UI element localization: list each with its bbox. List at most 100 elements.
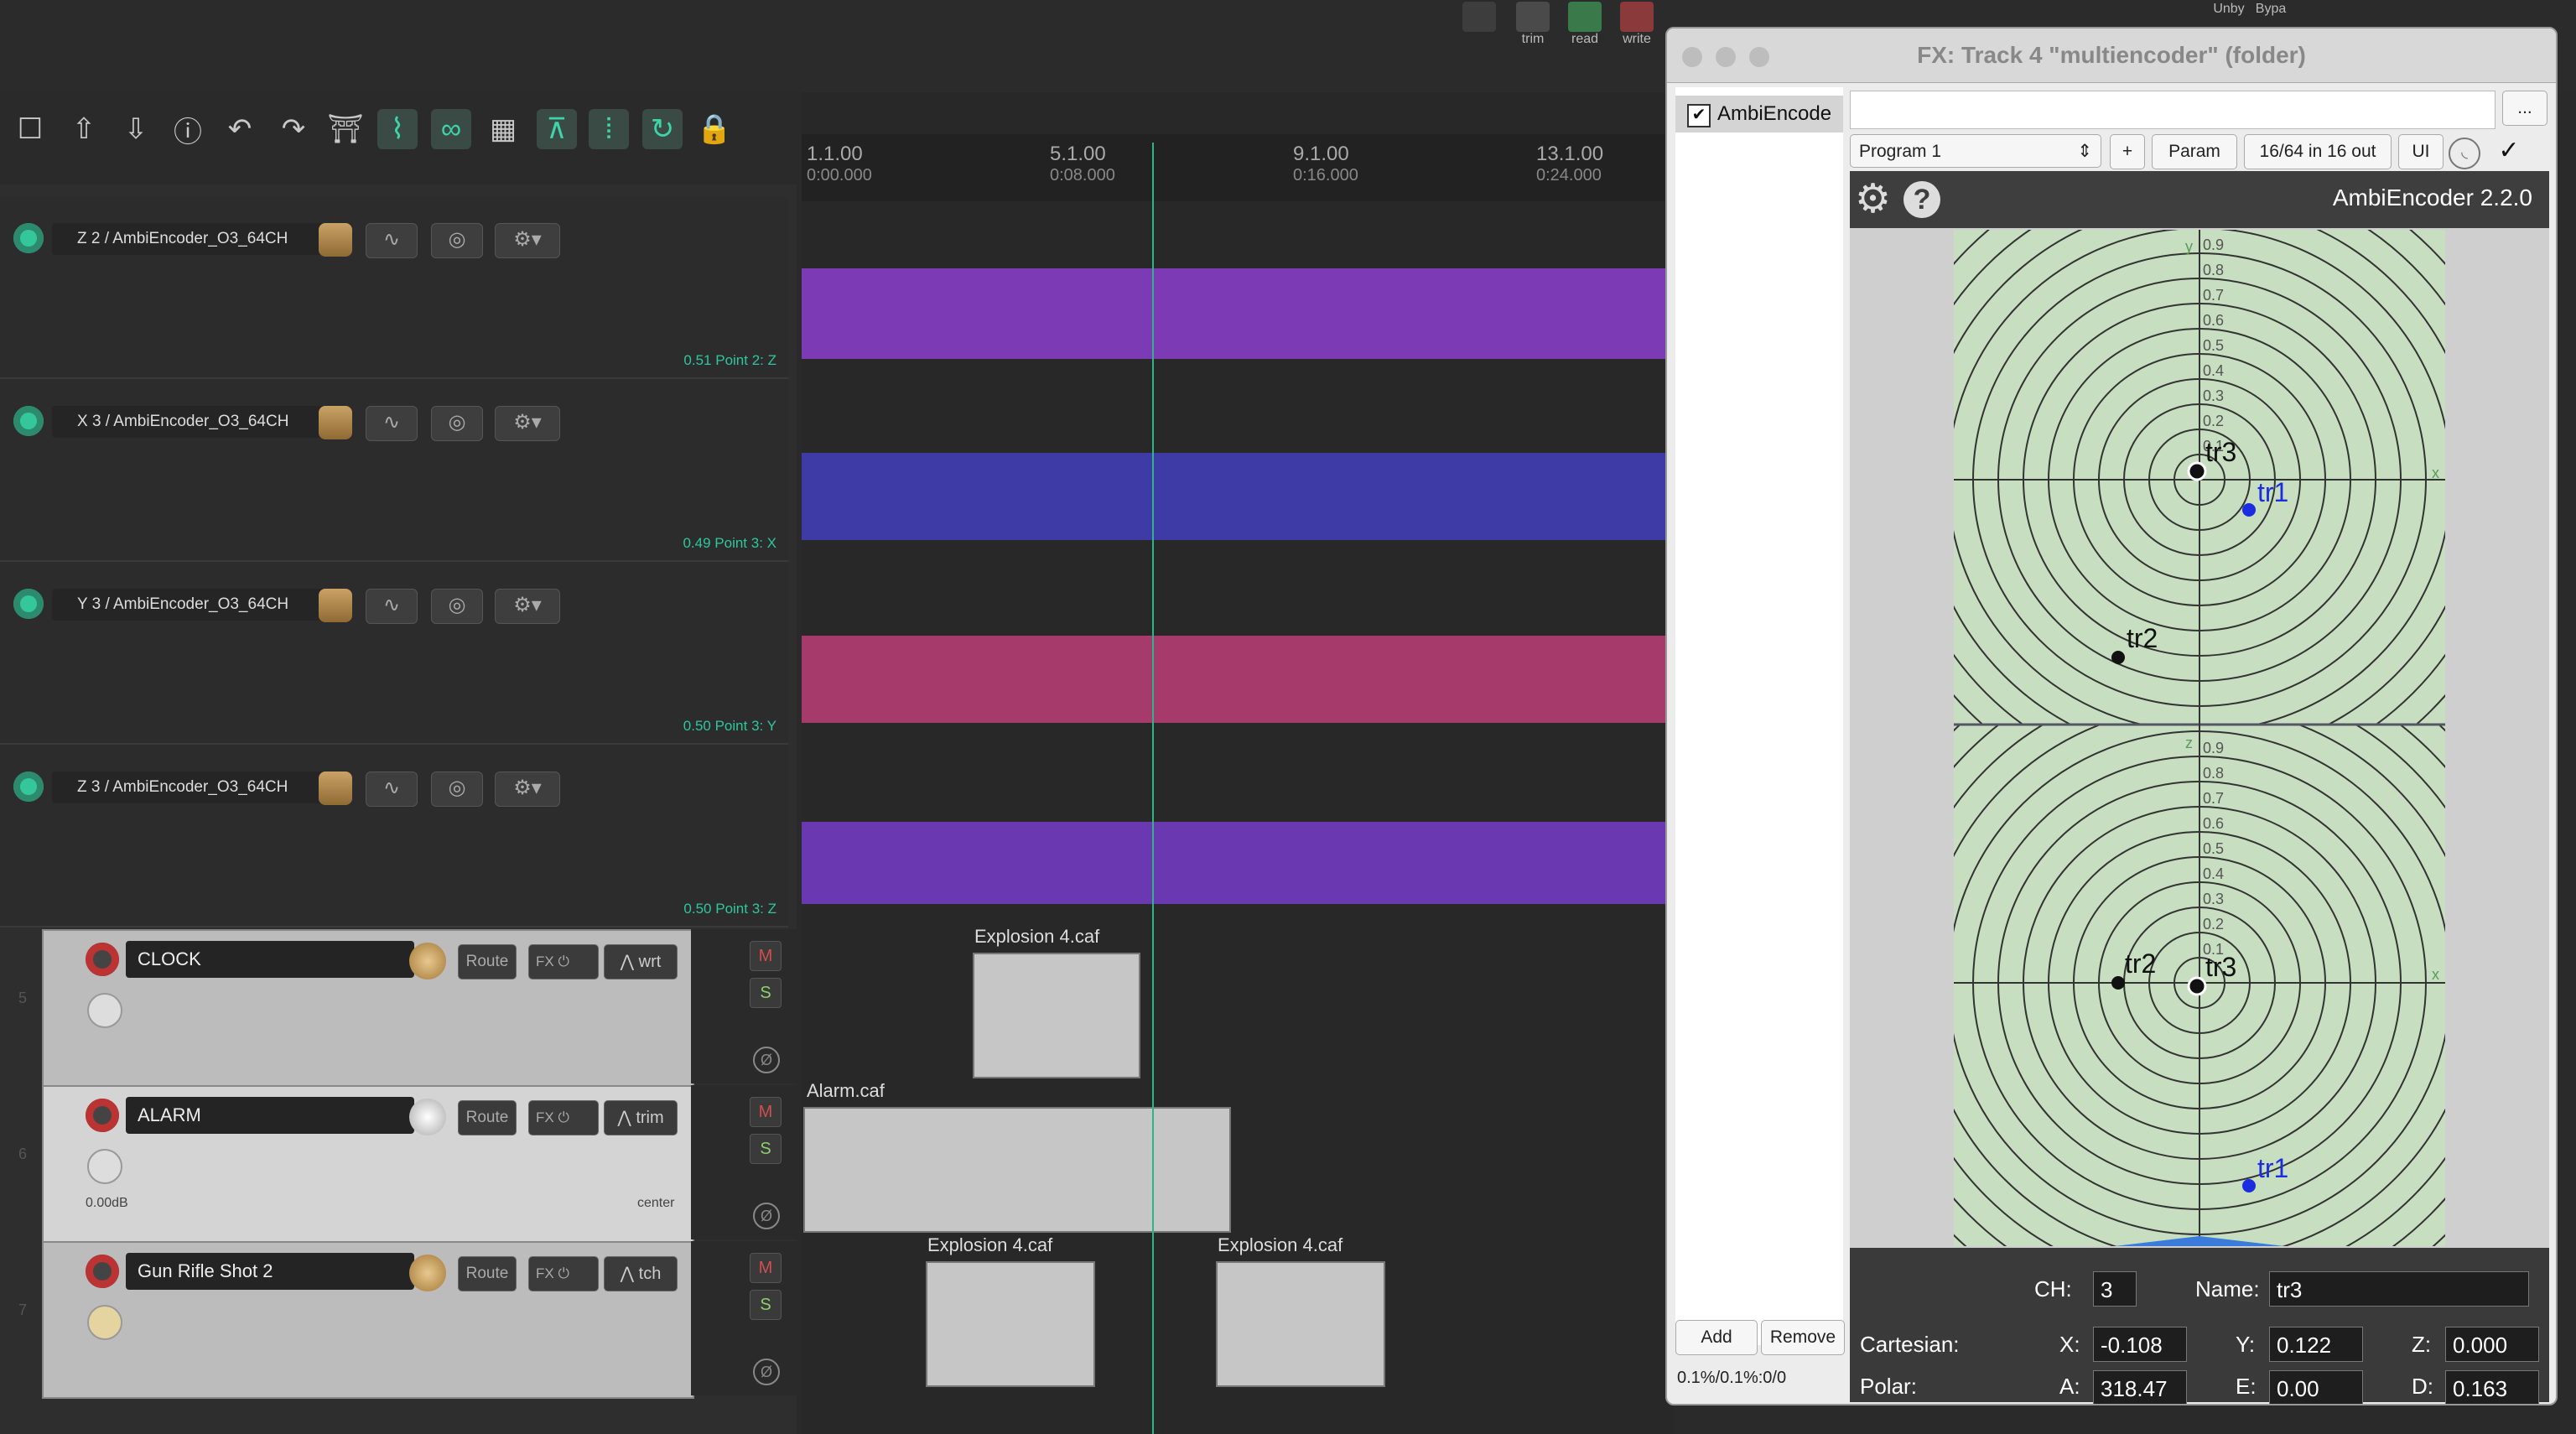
- power-icon[interactable]: [13, 589, 44, 619]
- pan-knob[interactable]: [87, 993, 122, 1028]
- fx-button[interactable]: FX ⏻: [528, 944, 599, 979]
- track-panel[interactable]: 7 Gun Rifle Shot 2 Route FX ⏻ ⋀ tch: [18, 1241, 694, 1399]
- fx-chain-list[interactable]: ✔ AmbiEncode: [1675, 87, 1843, 1345]
- source-name-field[interactable]: tr3: [2269, 1271, 2529, 1307]
- envelope-knob[interactable]: [319, 406, 352, 439]
- ui-button[interactable]: UI: [2398, 134, 2444, 169]
- settings-icon[interactable]: ⚙▾: [495, 406, 560, 441]
- azimuth-field[interactable]: 318.47: [2093, 1370, 2187, 1404]
- automation-mode-button[interactable]: ⋀ tch: [604, 1256, 678, 1291]
- add-fx-button[interactable]: Add: [1675, 1320, 1758, 1355]
- audio-item[interactable]: [973, 953, 1140, 1078]
- track-name[interactable]: CLOCK: [126, 941, 414, 978]
- undo-icon[interactable]: ↶: [220, 109, 260, 149]
- power-icon[interactable]: [13, 406, 44, 436]
- record-arm-icon[interactable]: [86, 943, 119, 976]
- track-name[interactable]: ALARM: [126, 1097, 414, 1134]
- settings-icon[interactable]: ⚙▾: [495, 589, 560, 624]
- volume-knob[interactable]: [409, 1255, 446, 1291]
- add-preset-button[interactable]: +: [2110, 134, 2145, 169]
- channel-field[interactable]: 3: [2093, 1271, 2137, 1307]
- automation-icon[interactable]: [1456, 2, 1503, 49]
- link-icon[interactable]: ∞: [431, 109, 471, 149]
- fx-window[interactable]: FX: Track 4 "multiencoder" (folder) ✔ Am…: [1665, 27, 2558, 1405]
- envelope-lane[interactable]: Z 2 / AmbiEncoder_O3_64CH ∿ ◎ ⚙▾ 0.51 Po…: [0, 196, 788, 379]
- io-button[interactable]: 16/64 in 16 out: [2244, 134, 2392, 169]
- bars-icon[interactable]: ⦙: [589, 109, 629, 149]
- gear-icon[interactable]: ⚙: [1855, 178, 1891, 221]
- ambisonic-panner[interactable]: y x z x 0.90.80.70.60.50.40.30.20.1 0.90…: [1850, 228, 2549, 1248]
- ripple-icon[interactable]: ⌇: [377, 109, 418, 149]
- mute-button[interactable]: M: [750, 941, 782, 971]
- read-mode-button[interactable]: read: [1561, 2, 1608, 49]
- route-button[interactable]: Route: [458, 944, 517, 979]
- route-button[interactable]: Route: [458, 1100, 517, 1135]
- envelope-lane[interactable]: Y 3 / AmbiEncoder_O3_64CH ∿ ◎ ⚙▾ 0.50 Po…: [0, 562, 788, 745]
- phase-icon[interactable]: Ø: [753, 1359, 780, 1385]
- close-icon[interactable]: [1682, 47, 1702, 67]
- envelope-knob[interactable]: [319, 223, 352, 257]
- loop-icon[interactable]: ↻: [642, 109, 683, 149]
- curve-icon[interactable]: ∿: [366, 406, 418, 441]
- source-point-tr3[interactable]: [2187, 976, 2207, 996]
- z-field[interactable]: 0.000: [2445, 1327, 2539, 1362]
- route-button[interactable]: Route: [458, 1256, 517, 1291]
- audio-item[interactable]: [1216, 1261, 1385, 1387]
- solo-button[interactable]: S: [750, 1134, 782, 1164]
- zoom-icon[interactable]: [1749, 47, 1769, 67]
- minimize-icon[interactable]: [1716, 47, 1736, 67]
- elevation-field[interactable]: 0.00: [2269, 1370, 2363, 1404]
- settings-icon[interactable]: ⚙▾: [495, 223, 560, 258]
- info-icon[interactable]: ⓘ: [168, 109, 208, 149]
- lock-icon[interactable]: 🔒: [694, 109, 735, 149]
- plugin-ui[interactable]: ⚙ ? AmbiEncoder 2.2.0 y x z x 0.9 0.8 0.7 0…: [1850, 171, 2549, 1395]
- track-panel[interactable]: 6 ALARM Route FX ⏻ ⋀ trim 0.00dB center: [18, 1085, 694, 1243]
- track-panel[interactable]: 5 CLOCK Route FX ⏻ ⋀ wrt: [18, 929, 694, 1087]
- settings-icon[interactable]: ⚙▾: [495, 772, 560, 807]
- automation-mode-button[interactable]: ⋀ wrt: [604, 944, 678, 979]
- playhead[interactable]: [1152, 143, 1154, 1434]
- timeline-ruler[interactable]: 1.1.00 0:00.000 5.1.00 0:08.000 9.1.00 0:16…: [802, 134, 1674, 201]
- record-arm-icon[interactable]: [86, 1255, 119, 1288]
- program-select[interactable]: Program 1 ⇕: [1850, 134, 2101, 168]
- help-icon[interactable]: ?: [1903, 181, 1940, 218]
- write-mode-button[interactable]: write: [1613, 2, 1660, 49]
- solo-button[interactable]: S: [750, 1290, 782, 1320]
- wet-knob[interactable]: ◟: [2449, 138, 2480, 169]
- grid-icon[interactable]: ▦: [483, 109, 523, 149]
- source-point-tr3[interactable]: [2187, 461, 2207, 481]
- source-point-tr1[interactable]: [2242, 503, 2256, 517]
- check-icon[interactable]: ✓: [2492, 134, 2526, 168]
- param-button[interactable]: Param: [2152, 134, 2237, 169]
- solo-button[interactable]: S: [750, 978, 782, 1008]
- pan-knob[interactable]: [87, 1305, 122, 1340]
- envelope-knob[interactable]: [319, 772, 352, 805]
- snap-icon[interactable]: ⊼: [537, 109, 577, 149]
- fx-search-field[interactable]: [1850, 91, 2496, 129]
- fx-button[interactable]: FX ⏻: [528, 1256, 599, 1291]
- redo-icon[interactable]: ↷: [273, 109, 314, 149]
- volume-knob[interactable]: [409, 1099, 446, 1135]
- mute-button[interactable]: M: [750, 1253, 782, 1283]
- envelope-lane[interactable]: X 3 / AmbiEncoder_O3_64CH ∿ ◎ ⚙▾ 0.49 Po…: [0, 379, 788, 562]
- audio-item[interactable]: [926, 1261, 1095, 1387]
- fx-enable-checkbox[interactable]: ✔: [1687, 104, 1711, 127]
- phase-icon[interactable]: Ø: [753, 1047, 780, 1073]
- more-button[interactable]: ...: [2502, 91, 2547, 126]
- record-arm-icon[interactable]: [86, 1099, 119, 1132]
- curve-icon[interactable]: ∿: [366, 589, 418, 624]
- pan-knob[interactable]: [87, 1149, 122, 1184]
- phase-icon[interactable]: Ø: [753, 1203, 780, 1229]
- fx-chain-item[interactable]: ✔ AmbiEncode: [1675, 96, 1843, 132]
- source-point-tr2[interactable]: [2111, 976, 2125, 990]
- source-point-tr1[interactable]: [2242, 1179, 2256, 1192]
- power-icon[interactable]: [13, 772, 44, 802]
- arm-icon[interactable]: ◎: [431, 589, 483, 624]
- metronome-icon[interactable]: ⛩: [325, 109, 366, 149]
- new-file-icon[interactable]: ☐: [10, 109, 50, 149]
- curve-icon[interactable]: ∿: [366, 772, 418, 807]
- arm-icon[interactable]: ◎: [431, 772, 483, 807]
- y-field[interactable]: 0.122: [2269, 1327, 2363, 1362]
- curve-icon[interactable]: ∿: [366, 223, 418, 258]
- automation-mode-button[interactable]: ⋀ trim: [604, 1100, 678, 1135]
